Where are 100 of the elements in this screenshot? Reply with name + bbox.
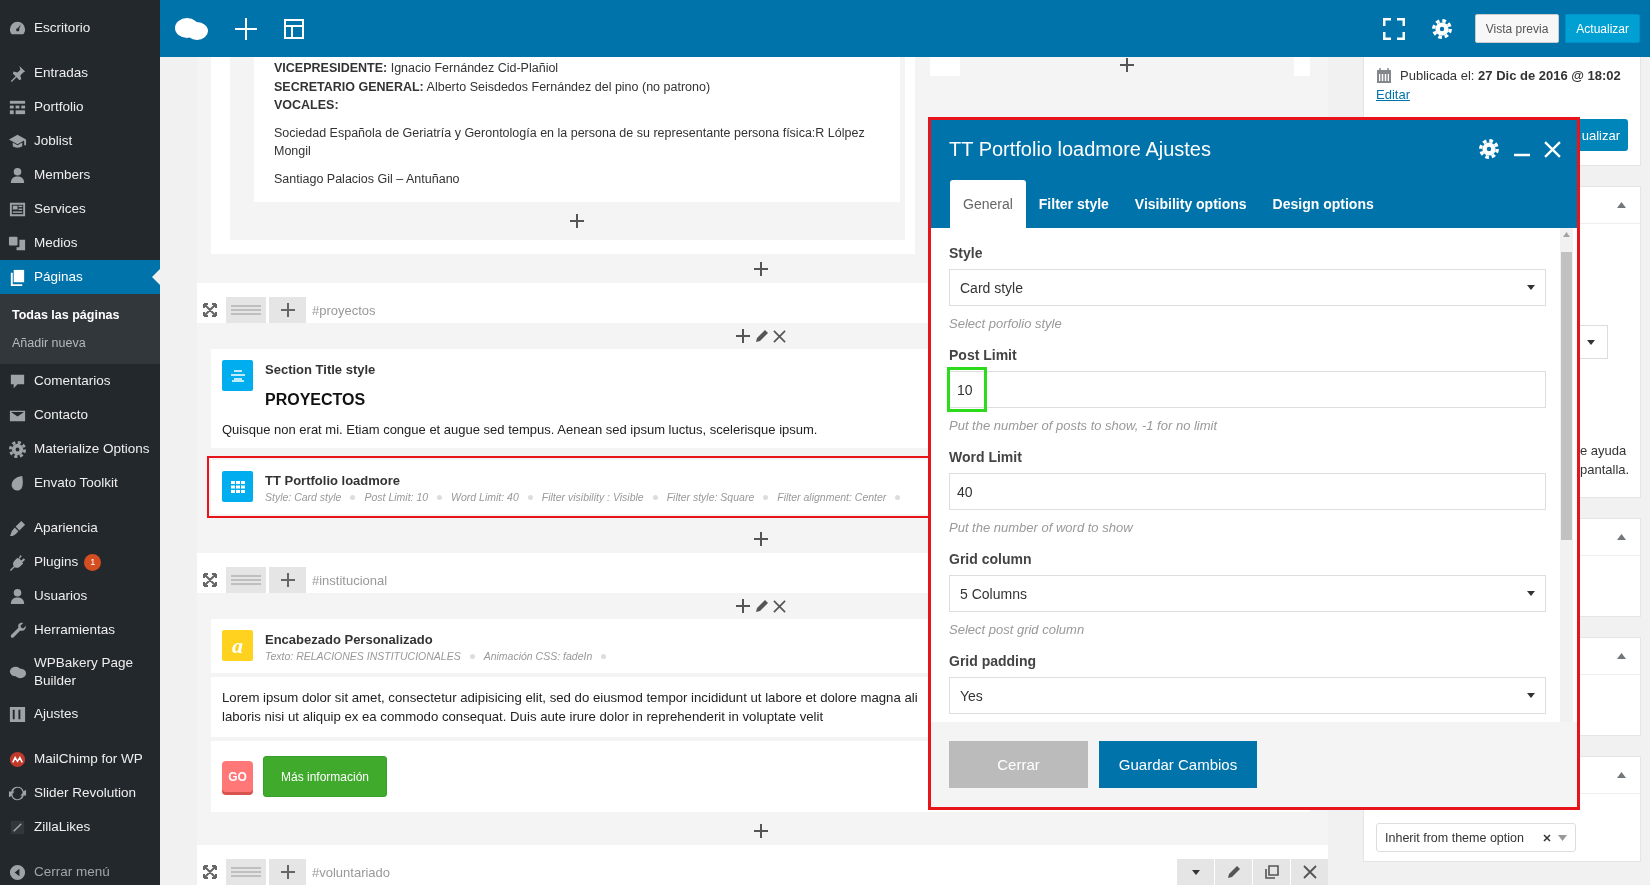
drag-handle[interactable] [226, 859, 266, 885]
collapse-arrow-icon[interactable] [1617, 653, 1626, 659]
dropdown-field[interactable]: Card style [949, 269, 1546, 306]
expand-icon[interactable] [203, 573, 217, 587]
sidebar-item[interactable]: Escritorio [0, 11, 160, 45]
help-text: Select porfolio style [949, 316, 1063, 333]
field-label: Post Limit [949, 347, 1018, 365]
sliders-icon [8, 704, 27, 724]
dropdown-field[interactable]: Yes [949, 677, 1546, 714]
caret-icon [1558, 834, 1567, 841]
plus-icon[interactable] [235, 17, 257, 40]
sidebar-item[interactable]: Comentarios [0, 364, 160, 398]
scrollbar[interactable] [1560, 228, 1573, 722]
close-icon[interactable] [1302, 865, 1317, 879]
layout-icon[interactable] [283, 17, 305, 40]
dialog-title: TT Portfolio loadmore Ajustes [949, 137, 1212, 161]
sidebar-item[interactable]: Contacto [0, 398, 160, 432]
expand-icon[interactable] [203, 865, 217, 879]
collapse-arrow-icon[interactable] [1617, 772, 1626, 778]
element-parameter: Filter style: Square [666, 491, 755, 503]
person-icon [8, 165, 27, 185]
plus-icon [279, 864, 296, 880]
settings-icon[interactable] [1430, 17, 1453, 40]
close-icon[interactable] [773, 599, 786, 613]
expand-icon[interactable] [203, 303, 217, 317]
go-badge: GO [222, 761, 253, 792]
add-button[interactable] [269, 297, 306, 323]
paragraph: Quisque non erat mi. Etiam congue et augue sed tempus. Aenean sed ipsum luctus, scelerisque ipsum. [222, 422, 818, 437]
sidebar-item[interactable]: Members [0, 158, 160, 192]
sidebar-item[interactable]: Slider Revolution [0, 776, 160, 810]
collapse-arrow-icon[interactable] [1617, 202, 1626, 208]
sidebar-item[interactable]: Materialize Options [0, 432, 160, 466]
sidebar-item[interactable]: Apariencia [0, 511, 160, 545]
plus-icon[interactable] [1119, 57, 1135, 73]
pencil-icon[interactable] [1226, 865, 1241, 879]
plus-icon[interactable] [752, 260, 769, 277]
edit-link[interactable]: Editar [1376, 87, 1410, 102]
sidebar-item[interactable]: Services [0, 192, 160, 226]
element-parameter: Style: Card style [265, 491, 342, 503]
sidebar-item[interactable]: ZillaLikes [0, 810, 160, 844]
text-line: VICEPRESIDENTE: Ignacio Fernández Cid-Plañiol [274, 60, 560, 77]
clear-icon[interactable] [1543, 833, 1551, 842]
tab[interactable]: General [950, 180, 1026, 228]
sidebar-item[interactable]: Plugins 1 [0, 545, 160, 579]
add-button[interactable] [269, 859, 306, 885]
sidebar-item[interactable]: Joblist [0, 124, 160, 158]
close-icon[interactable] [773, 329, 786, 343]
fullscreen-icon[interactable] [1382, 17, 1405, 40]
gear-icon [8, 439, 27, 459]
plus-icon[interactable] [752, 822, 769, 839]
sidebar-item[interactable]: Entradas [0, 56, 160, 90]
collapse-arrow-icon[interactable] [1617, 534, 1626, 540]
submenu-item[interactable]: Todas las páginas [0, 301, 160, 329]
sidebar-item[interactable]: Medios [0, 226, 160, 260]
count-badge: 1 [84, 553, 102, 571]
sidebar-item[interactable]: WPBakery Page Builder [0, 647, 160, 697]
caret-icon [1527, 285, 1535, 290]
sidebar-item[interactable]: Portfolio [0, 90, 160, 124]
element-parameter: Texto: RELACIONES INSTITUCIONALES [265, 650, 461, 662]
sidebar-item[interactable]: Herramientas [0, 613, 160, 647]
circle-logo-icon [8, 749, 27, 769]
help-text: e ayuda [1580, 442, 1628, 460]
caret-icon [1587, 339, 1595, 345]
input-field[interactable]: 40 [949, 473, 1546, 510]
submenu-item[interactable]: Añadir nueva [0, 329, 160, 357]
help-text: pantalla. [1580, 461, 1631, 479]
sidebar-item[interactable]: Usuarios [0, 579, 160, 613]
dropdown-field[interactable]: Inherit from theme option [1376, 823, 1576, 852]
element-title: TT Portfolio loadmore [265, 473, 402, 488]
save-button[interactable]: Guardar Cambios [1099, 741, 1257, 788]
cloud-icon[interactable] [173, 15, 209, 42]
align-icon [222, 360, 253, 391]
tab[interactable]: Visibility options [1121, 180, 1260, 228]
sidebar-item[interactable]: Páginas [0, 260, 160, 294]
plus-icon[interactable] [735, 328, 751, 344]
sidebar-item[interactable]: MailChimp for WP [0, 742, 160, 776]
tab[interactable]: Filter style [1025, 180, 1122, 228]
sidebar-item[interactable]: Envato Toolkit [0, 466, 160, 500]
plus-icon[interactable] [569, 213, 585, 229]
settings-icon[interactable] [1478, 138, 1500, 160]
sidebar-item[interactable]: Ajustes [0, 697, 160, 731]
element-title: Encabezado Personalizado [265, 632, 434, 647]
text-line: Lorem ipsum dolor sit amet, consectetur adipisicing elit, sed do eiusmod tempor incididunt ut labore et dolore magna ali [222, 689, 918, 707]
field-label: Style [949, 245, 984, 263]
collapse-menu-button[interactable]: Cerrar menú [0, 855, 160, 885]
add-button[interactable] [269, 567, 306, 593]
tab[interactable]: Design options [1259, 180, 1387, 228]
text-line: SECRETARIO GENERAL: Alberto Seisdedos Fernández del pino (no patrono) [274, 78, 712, 96]
preview-button[interactable]: Vista previa [1474, 14, 1560, 43]
plus-icon[interactable] [735, 598, 751, 614]
text-line: laboris nisi ut aliquip ex ea commodo consequat. Duis aute irure dolor in reprehenderit in voluptate velit [222, 708, 824, 726]
pencil-icon[interactable] [755, 329, 769, 343]
publish-date: Publicada el: 27 Dic de 2016 @ 18:02 [1400, 68, 1621, 83]
copy-icon[interactable] [1264, 865, 1279, 879]
plus-icon[interactable] [752, 530, 769, 547]
drag-handle[interactable] [226, 297, 266, 323]
caret-icon [1527, 693, 1535, 698]
pencil-icon[interactable] [755, 599, 769, 613]
drag-handle[interactable] [226, 567, 266, 593]
dropdown-field[interactable]: 5 Columns [949, 575, 1546, 612]
